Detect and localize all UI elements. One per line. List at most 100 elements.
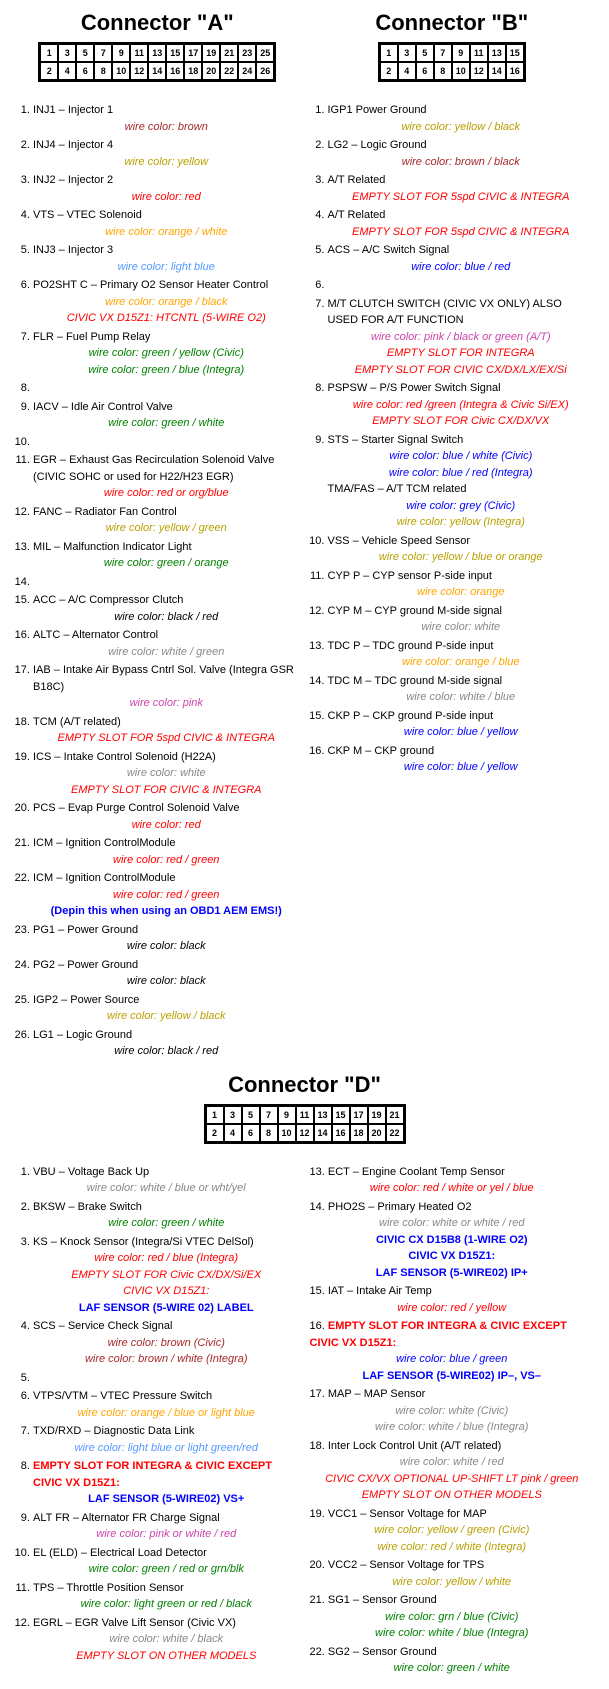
item-num: 20.	[310, 1559, 328, 1571]
pin-cell: 16	[506, 62, 524, 80]
extra-note-red2: CIVIC VX D15Z1:	[33, 1283, 300, 1300]
extra-note-red: CIVIC VX D15Z1: HTCNTL (5-WIRE O2)	[33, 310, 300, 327]
extra-note-blue: (Depin this when using an OBD1 AEM EMS!)	[33, 903, 300, 920]
item-label: CYP M – CYP ground M-side signal	[328, 605, 502, 617]
connector-d-lists: VBU – Voltage Back Up wire color: white /…	[15, 1164, 594, 1679]
list-item: 15. IAT – Intake Air Tempwire color: red…	[310, 1283, 595, 1316]
wire-color: wire color: red / green	[33, 852, 300, 869]
list-item: A/T RelatedEMPTY SLOT FOR 5spd CIVIC & I…	[328, 207, 595, 240]
item-label: IAB – Intake Air Bypass Cntrl Sol. Valve…	[33, 664, 294, 693]
wire-color-2: wire color: white / blue (Integra)	[310, 1625, 595, 1642]
pin-cell: 18	[350, 1124, 368, 1142]
connector-b-section: Connector "B" 13579111315 246810121416 I…	[310, 10, 595, 1062]
list-item: TPS – Throttle Position Sensorwire color…	[33, 1580, 300, 1613]
item-num: 16.	[310, 1320, 328, 1332]
pin-cell: 11	[130, 44, 148, 62]
wire-color: wire color: white	[33, 765, 300, 782]
wire-color: wire color: red	[33, 817, 300, 834]
pin-cell: 5	[76, 44, 94, 62]
wire-color: wire color: brown (Civic)	[33, 1335, 300, 1352]
item-label: INJ2 – Injector 2	[33, 174, 113, 186]
item-label: PO2SHT C – Primary O2 Sensor Heater Cont…	[33, 279, 268, 291]
item-label: CKP M – CKP ground	[328, 745, 435, 757]
pin-cell: 7	[94, 44, 112, 62]
item-label: TDC M – TDC ground M-side signal	[328, 675, 503, 687]
list-item: LG1 – Logic Groundwire color: black / re…	[33, 1027, 300, 1060]
item-label: KS – Knock Sensor (Integra/Si VTEC DelSo…	[33, 1236, 254, 1248]
list-item: 18. Inter Lock Control Unit (A/T related…	[310, 1438, 595, 1504]
item-num: 14.	[310, 1201, 328, 1213]
item-label: LG1 – Logic Ground	[33, 1029, 132, 1041]
connector-a-title: Connector "A"	[15, 10, 300, 36]
item-label: FANC – Radiator Fan Control	[33, 506, 177, 518]
extra-note-red: EMPTY SLOT ON OTHER MODELS	[33, 1648, 300, 1665]
connector-b-list: IGP1 Power Groundwire color: yellow / bl…	[310, 102, 595, 776]
pin-cell: 14	[314, 1124, 332, 1142]
list-item: IAB – Intake Air Bypass Cntrl Sol. Valve…	[33, 662, 300, 712]
wire-color: wire color: red / green	[33, 887, 300, 904]
pin-cell: 21	[386, 1106, 404, 1124]
wire-color: wire color: blue / white (Civic)	[328, 448, 595, 465]
pin-cell: 11	[296, 1106, 314, 1124]
pin-cell: 11	[470, 44, 488, 62]
item-label: ICM – Ignition ControlModule	[33, 872, 175, 884]
connector-b-title: Connector "B"	[310, 10, 595, 36]
list-item: CYP P – CYP sensor P-side inputwire colo…	[328, 568, 595, 601]
list-item: INJ3 – Injector 3wire color: light blue	[33, 242, 300, 275]
list-item: TDC P – TDC ground P-side inputwire colo…	[328, 638, 595, 671]
list-item: 13. ECT – Engine Coolant Temp Sensorwire…	[310, 1164, 595, 1197]
pin-cell: 4	[398, 62, 416, 80]
pin-cell: 15	[332, 1106, 350, 1124]
wire-color: wire color: white / blue or wht/yel	[33, 1180, 300, 1197]
pin-cell: 24	[238, 62, 256, 80]
wire-color: wire color: brown / black	[328, 154, 595, 171]
wire-color: wire color: yellow / blue or orange	[328, 549, 595, 566]
wire-color: wire color: orange / blue or light blue	[33, 1405, 300, 1422]
wire-color: wire color: orange	[328, 584, 595, 601]
list-item: IACV – Idle Air Control Valvewire color:…	[33, 399, 300, 432]
item-label: EMPTY SLOT FOR INTEGRA & CIVIC EXCEPT CI…	[310, 1320, 567, 1349]
pin-cell: 14	[488, 62, 506, 80]
pin-cell: 6	[416, 62, 434, 80]
list-item: 16. EMPTY SLOT FOR INTEGRA & CIVIC EXCEP…	[310, 1318, 595, 1384]
wire-color: wire color: red	[33, 189, 300, 206]
list-item: ACS – A/C Switch Signalwire color: blue …	[328, 242, 595, 275]
connector-a-section: Connector "A" 135791113151719212325 2468…	[15, 10, 300, 1062]
pin-cell: 1	[380, 44, 398, 62]
item-label: MAP – MAP Sensor	[328, 1388, 425, 1400]
list-item: PG1 – Power Groundwire color: black	[33, 922, 300, 955]
wire-color: wire color: yellow / black	[33, 1008, 300, 1025]
pin-cell: 15	[166, 44, 184, 62]
item-label: A/T Related	[328, 174, 386, 186]
list-item: ACC – A/C Compressor Clutchwire color: b…	[33, 592, 300, 625]
list-item: EGR – Exhaust Gas Recirculation Solenoid…	[33, 452, 300, 502]
wire-color: wire color: yellow / green (Civic)	[310, 1522, 595, 1539]
wire-color: wire color: blue / yellow	[328, 724, 595, 741]
extra-note-red: EMPTY SLOT FOR Civic CX/DX/VX	[328, 413, 595, 430]
item-label: PCS – Evap Purge Control Solenoid Valve	[33, 802, 239, 814]
list-item: TXD/RXD – Diagnostic Data Linkwire color…	[33, 1423, 300, 1456]
item-label: TXD/RXD – Diagnostic Data Link	[33, 1425, 194, 1437]
pin-cell: 6	[242, 1124, 260, 1142]
list-item: BKSW – Brake Switchwire color: green / w…	[33, 1199, 300, 1232]
wire-color: wire color: green / red or grn/blk	[33, 1561, 300, 1578]
list-item: MIL – Malfunction Indicator Lightwire co…	[33, 539, 300, 572]
wire-color: wire color: pink	[33, 695, 300, 712]
wire-color: wire color: black / red	[33, 609, 300, 626]
item-label: TPS – Throttle Position Sensor	[33, 1582, 184, 1594]
pin-cell: 22	[220, 62, 238, 80]
extra-note-red: CIVIC CX/VX OPTIONAL UP-SHIFT LT pink / …	[310, 1471, 595, 1488]
item-label: ECT – Engine Coolant Temp Sensor	[328, 1166, 505, 1178]
item-label: VBU – Voltage Back Up	[33, 1166, 149, 1178]
item-label: VTS – VTEC Solenoid	[33, 209, 142, 221]
list-item: 19. VCC1 – Sensor Voltage for MAPwire co…	[310, 1506, 595, 1556]
item-label: FLR – Fuel Pump Relay	[33, 331, 150, 343]
wire-color: wire color: pink / black or green (A/T)	[328, 329, 595, 346]
extra-wire: wire color: grey (Civic)	[328, 498, 595, 515]
wire-color: wire color: red or org/blue	[33, 485, 300, 502]
pin-cell: 20	[368, 1124, 386, 1142]
list-item: STS – Starter Signal Switchwire color: b…	[328, 432, 595, 531]
pin-cell: 20	[202, 62, 220, 80]
item-label: SG1 – Sensor Ground	[328, 1594, 437, 1606]
pin-cell: 1	[40, 44, 58, 62]
